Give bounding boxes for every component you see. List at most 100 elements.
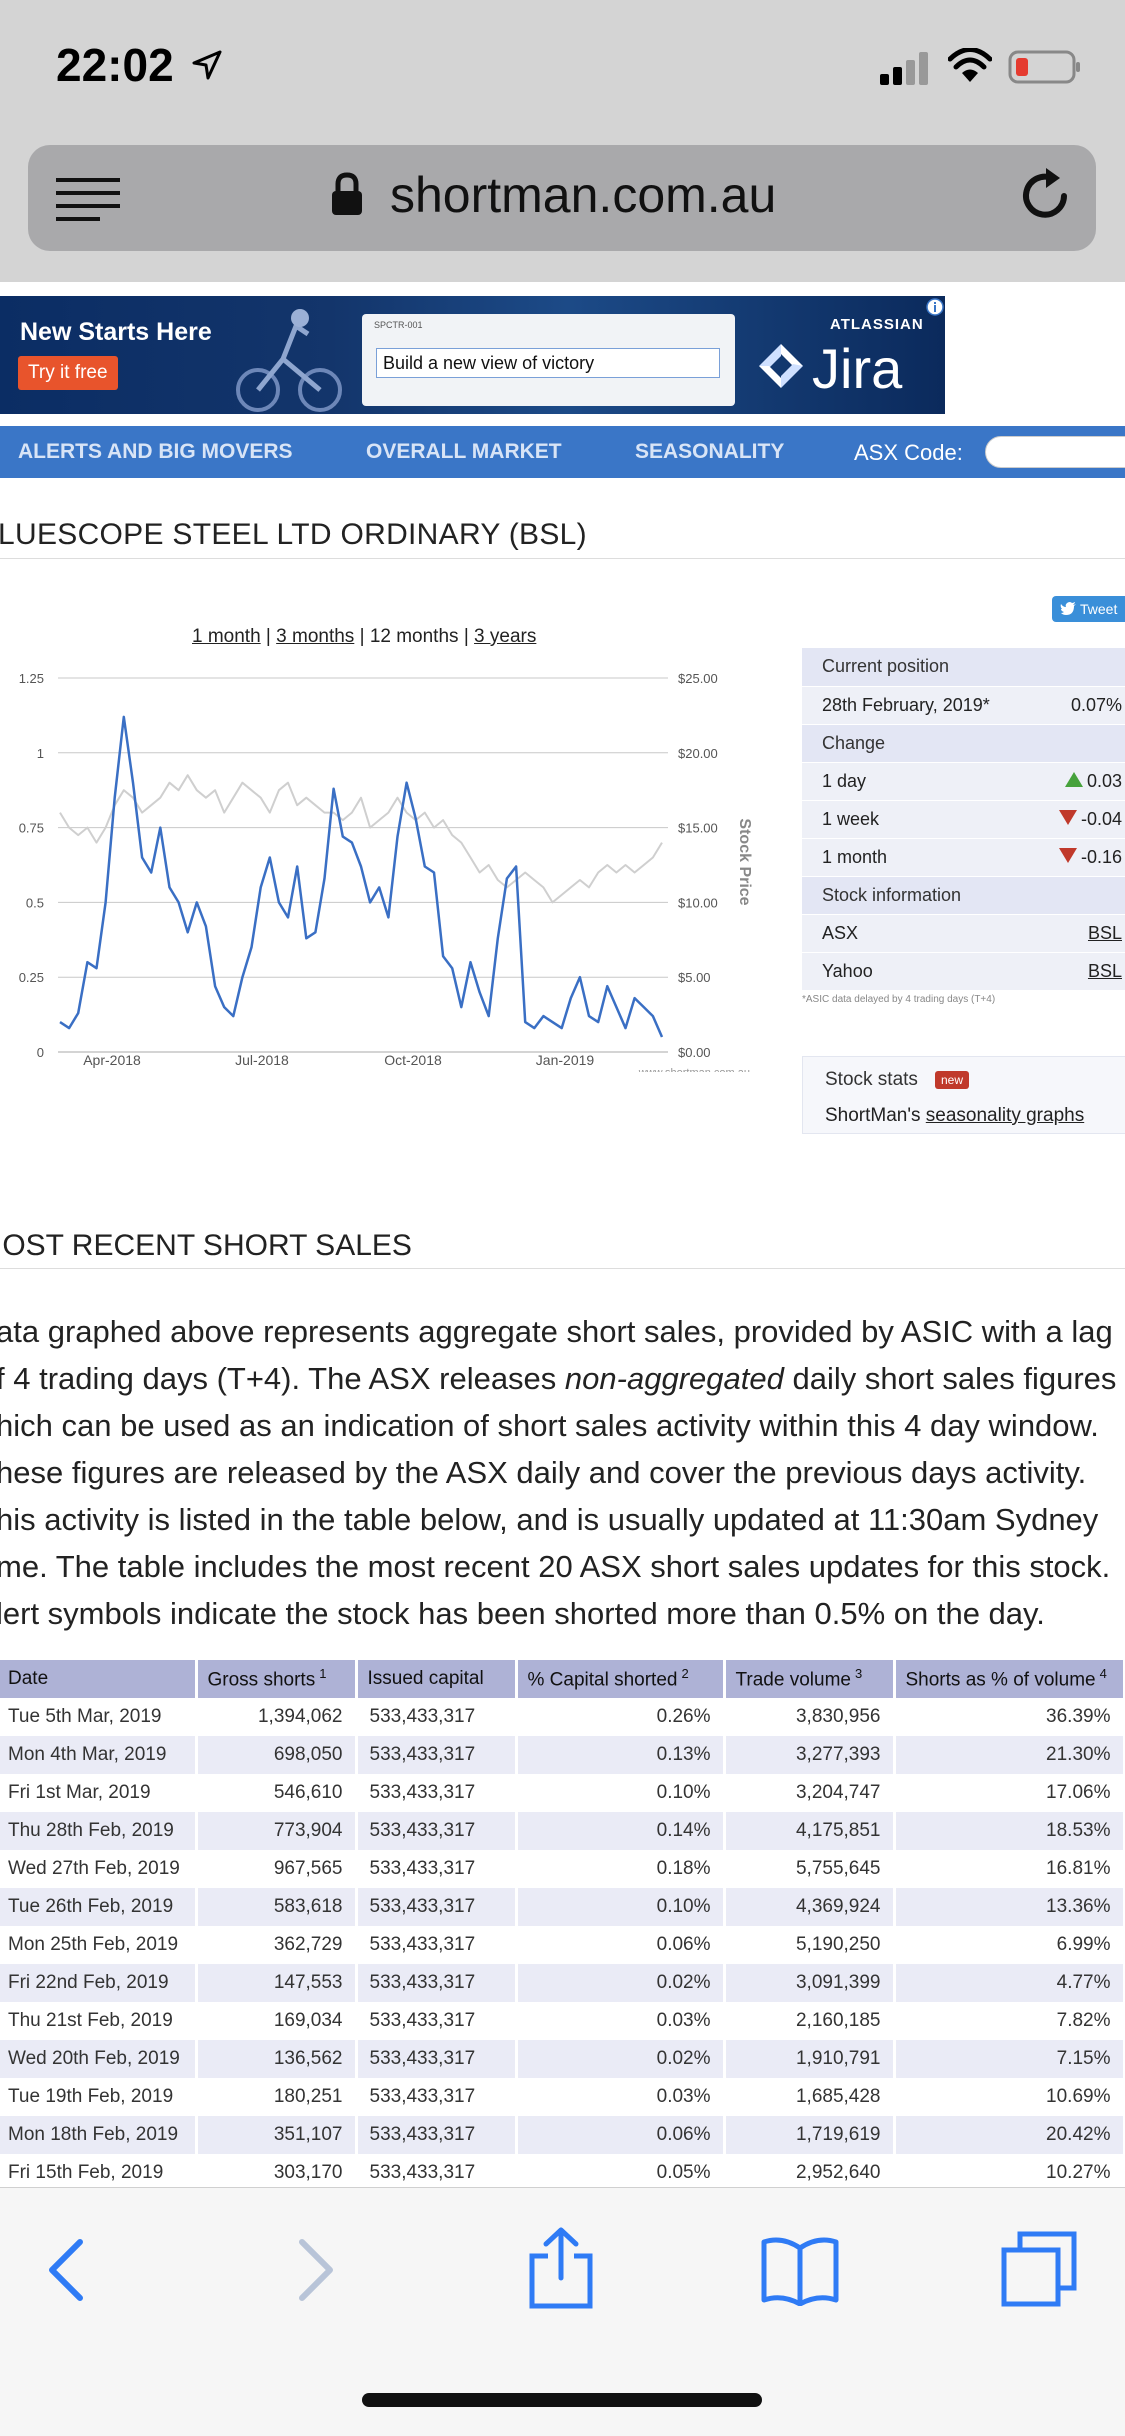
table-row: Mon 4th Mar, 2019 698,050 533,433,317 0.13%… <box>0 1736 1125 1774</box>
column-header[interactable]: Trade volume 3 <box>724 1660 896 1698</box>
seasonality-link-text[interactable]: seasonality graphs <box>926 1105 1084 1126</box>
table-cell: 6.99% <box>894 1926 1125 1964</box>
table-cell: 2,160,185 <box>724 2002 896 2040</box>
nav-seasonality[interactable]: SEASONALITY <box>635 440 784 464</box>
divider <box>0 558 1125 559</box>
column-header[interactable]: Issued capital <box>356 1660 518 1698</box>
table-cell: 136,562 <box>196 2040 358 2078</box>
table-row: Tue 26th Feb, 2019 583,618 533,433,317 0.10… <box>0 1888 1125 1926</box>
table-row: Wed 20th Feb, 2019 136,562 533,433,317 0.02… <box>0 2040 1125 2078</box>
stats-prefix: ShortMan's <box>825 1105 926 1126</box>
advertisement-banner[interactable]: New Starts Here Try it free SPCTR-001 Bu… <box>0 296 945 414</box>
x-tick-label: Apr-2018 <box>83 1052 141 1068</box>
left-tick-label: 0.75 <box>19 821 44 836</box>
stock-stats-box: Stock stats new ShortMan's seasonality g… <box>802 1056 1125 1134</box>
twitter-icon <box>1060 602 1076 615</box>
asx-code-label: ASX Code: <box>854 440 963 465</box>
tweet-button[interactable]: Tweet <box>1052 596 1125 622</box>
table-row: Fri 1st Mar, 2019 546,610 533,433,317 0.10%… <box>0 1774 1125 1812</box>
ad-headline: New Starts Here <box>20 318 212 346</box>
short-position-line <box>59 715 664 1038</box>
nav-alerts[interactable]: ALERTS AND BIG MOVERS <box>18 440 293 464</box>
reader-menu-icon[interactable] <box>56 178 122 222</box>
ad-info-icon[interactable] <box>926 298 944 316</box>
range-12-months: 12 months <box>369 626 459 647</box>
column-header-label: Date <box>8 1668 49 1689</box>
table-cell: 2,952,640 <box>724 2154 896 2187</box>
table-cell: Mon 25th Feb, 2019 <box>0 1926 198 1964</box>
column-header[interactable]: Date <box>0 1660 198 1698</box>
tabs-icon[interactable] <box>1000 2230 1078 2308</box>
table-cell: 0.13% <box>516 1736 726 1774</box>
change-1-week-value: -0.04 <box>1080 808 1122 829</box>
ad-cta-button[interactable]: Try it free <box>18 356 118 390</box>
table-cell: 533,433,317 <box>356 1812 518 1850</box>
signal-icon <box>880 52 928 85</box>
change-1-week-label: 1 week <box>802 800 1038 839</box>
table-cell: 303,170 <box>196 2154 358 2187</box>
table-row: Mon 18th Feb, 2019 351,107 533,433,317 0.06… <box>0 2116 1125 2154</box>
range-3-years[interactable]: 3 years <box>474 626 536 647</box>
cyclist-image <box>236 309 342 412</box>
table-cell: 533,433,317 <box>356 2040 518 2078</box>
seasonality-link[interactable]: ShortMan's seasonality graphs <box>825 1105 1084 1127</box>
table-row: Mon 25th Feb, 2019 362,729 533,433,317 0.06… <box>0 1926 1125 1964</box>
asx-code-input[interactable] <box>985 436 1125 468</box>
table-cell: 5,190,250 <box>724 1926 896 1964</box>
down-arrow-icon <box>1058 809 1077 825</box>
table-cell: 351,107 <box>196 2116 358 2154</box>
table-cell: 533,433,317 <box>356 1736 518 1774</box>
wifi-icon <box>948 48 992 82</box>
table-cell: 533,433,317 <box>356 1774 518 1812</box>
page-title: LUESCOPE STEEL LTD ORDINARY (BSL) <box>0 518 587 551</box>
left-tick-label: 0 <box>37 1045 44 1060</box>
reload-icon[interactable] <box>1016 166 1074 224</box>
table-cell: 533,433,317 <box>356 2002 518 2040</box>
table-cell: Mon 18th Feb, 2019 <box>0 2116 198 2154</box>
table-cell: 4,175,851 <box>724 1812 896 1850</box>
column-header[interactable]: Gross shorts 1 <box>196 1660 358 1698</box>
table-cell: 533,433,317 <box>356 2154 518 2187</box>
table-cell: 533,433,317 <box>356 1888 518 1926</box>
change-1-month-value: -0.16 <box>1080 846 1122 867</box>
forward-icon[interactable] <box>296 2238 336 2302</box>
asic-note: *ASIC data delayed by 4 trading days (T+… <box>802 994 996 1005</box>
description-paragraph: ata graphed above represents aggregate s… <box>0 1308 1125 1637</box>
yahoo-link[interactable]: BSL <box>1088 961 1122 981</box>
column-header[interactable]: Shorts as % of volume 4 <box>894 1660 1125 1698</box>
text-segment: f 4 trading days (T+4). The ASX releases <box>0 1361 565 1396</box>
asx-link[interactable]: BSL <box>1088 923 1122 943</box>
position-value: 0.07% <box>1037 686 1125 725</box>
asx-label: ASX <box>802 914 1038 953</box>
share-icon[interactable] <box>528 2226 594 2310</box>
table-cell: 583,618 <box>196 1888 358 1926</box>
table-cell: Thu 28th Feb, 2019 <box>0 1812 198 1850</box>
paragraph-line: hich can be used as an indication of sho… <box>0 1402 1125 1449</box>
column-header[interactable]: % Capital shorted 2 <box>516 1660 726 1698</box>
table-cell: 1,685,428 <box>724 2078 896 2116</box>
table-row: Tue 19th Feb, 2019 180,251 533,433,317 0.03… <box>0 2078 1125 2116</box>
table-row: Fri 22nd Feb, 2019 147,553 533,433,317 0.02… <box>0 1964 1125 2002</box>
table-cell: 3,204,747 <box>724 1774 896 1812</box>
nav-overall-market[interactable]: OVERALL MARKET <box>366 440 562 464</box>
table-row: Thu 28th Feb, 2019 773,904 533,433,317 0.14… <box>0 1812 1125 1850</box>
url-text[interactable]: shortman.com.au <box>390 166 776 224</box>
home-indicator[interactable] <box>362 2393 762 2407</box>
left-tick-label: 0.5 <box>26 895 44 910</box>
text-segment: me. The table includes the most recent 2… <box>0 1549 1111 1584</box>
right-tick-label: $15.00 <box>678 821 718 836</box>
main-nav: ALERTS AND BIG MOVERS OVERALL MARKET SEA… <box>0 426 1125 478</box>
text-segment: hese figures are released by the ASX dai… <box>0 1455 1087 1490</box>
lock-icon <box>332 172 362 215</box>
paragraph-line: his activity is listed in the table belo… <box>0 1496 1125 1543</box>
back-icon[interactable] <box>46 2238 86 2302</box>
table-cell: 7.82% <box>894 2002 1125 2040</box>
range-3-months[interactable]: 3 months <box>276 626 354 647</box>
bookmarks-icon[interactable] <box>760 2236 840 2306</box>
table-cell: Tue 26th Feb, 2019 <box>0 1888 198 1926</box>
range-1-month[interactable]: 1 month <box>192 626 261 647</box>
table-cell: Thu 21st Feb, 2019 <box>0 2002 198 2040</box>
location-arrow-icon <box>192 50 222 80</box>
table-cell: 21.30% <box>894 1736 1125 1774</box>
table-cell: 7.15% <box>894 2040 1125 2078</box>
